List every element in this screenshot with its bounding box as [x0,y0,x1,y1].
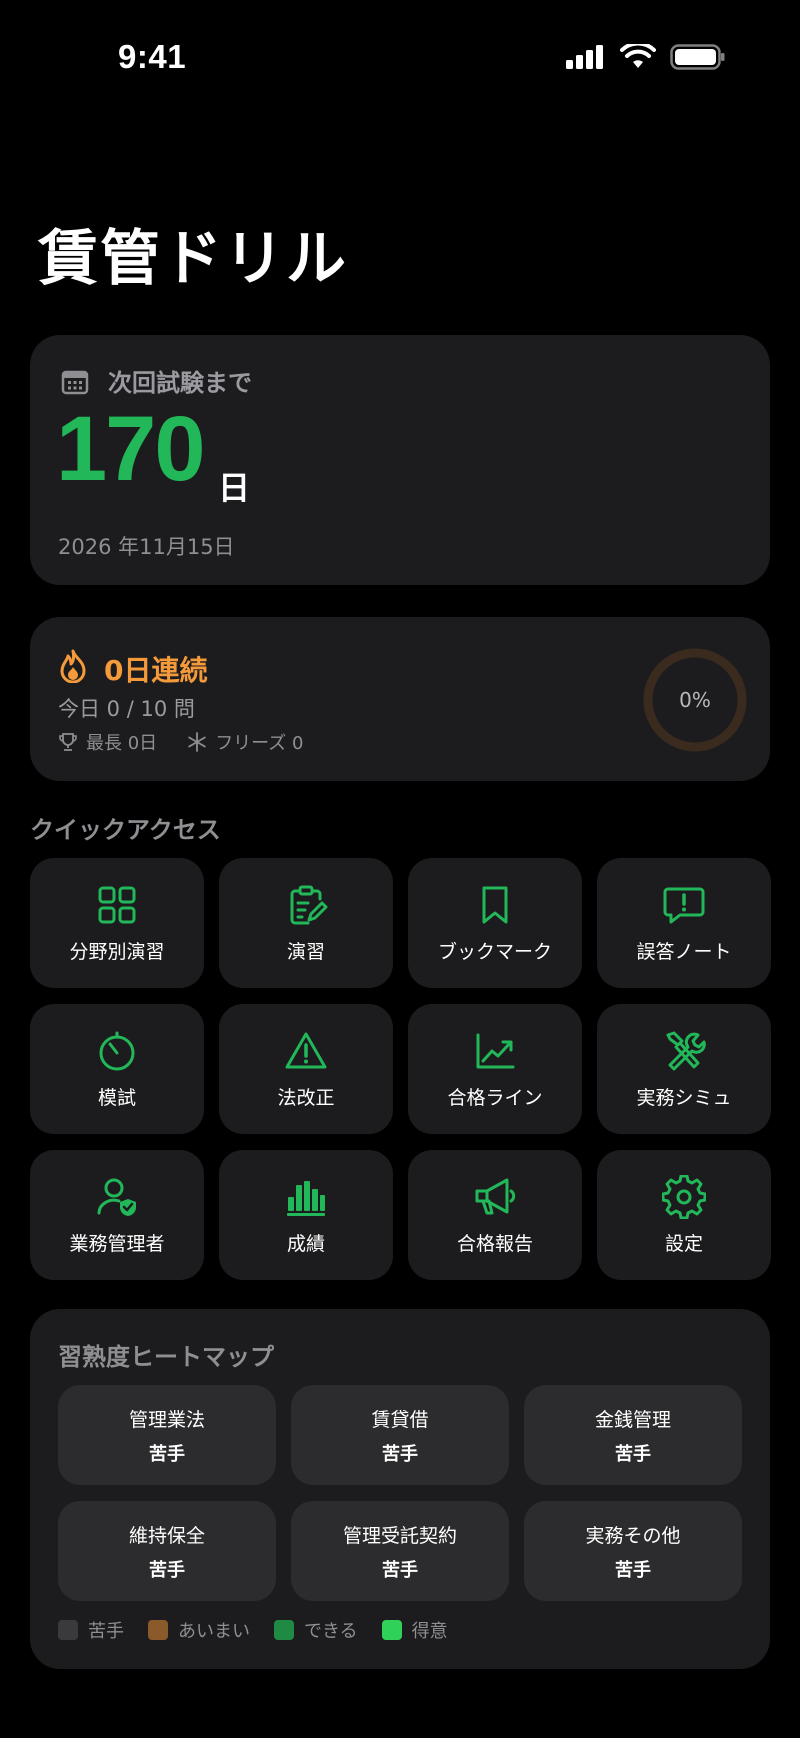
tile-pass-report[interactable]: 合格報告 [408,1150,582,1280]
tile-practical-sim[interactable]: 実務シミュ [597,1004,771,1134]
countdown-days: 170 [56,398,205,500]
bar-chart-icon [287,1180,325,1216]
wifi-icon [620,44,656,68]
streak-title: 0日連続 [104,654,208,687]
tile-bookmark[interactable]: ブックマーク [408,858,582,988]
user-shield-icon [97,1178,136,1216]
countdown-label: 次回試験まで [108,369,252,397]
flame-icon [60,649,86,683]
tile-label: 設定 [664,1232,703,1255]
tile-label: 合格ライン [447,1086,543,1109]
timer-icon [99,1031,135,1070]
exam-date: 2026 年11月15日 [58,535,235,559]
heatmap-cell[interactable]: 管理受託契約 苦手 [291,1501,509,1601]
heatmap-cell[interactable]: 管理業法 苦手 [58,1385,276,1485]
heatmap-cell-level: 苦手 [149,1443,185,1465]
heatmap-cell-name: 管理受託契約 [342,1524,457,1547]
battery-icon [670,44,725,70]
countdown-unit: 日 [218,469,251,507]
warning-icon [285,1032,327,1068]
legend-swatch-strong [381,1620,402,1640]
alert-bubble-icon [663,887,705,923]
legend-swatch-capable [274,1620,294,1640]
tile-mock-exam[interactable]: 模試 [30,1004,204,1134]
heatmap-cell-level: 苦手 [382,1443,418,1465]
tile-results[interactable]: 成績 [219,1150,393,1280]
exam-countdown-card: 次回試験まで 170 日 2026 年11月15日 [30,335,770,585]
tile-label: 合格報告 [456,1232,533,1255]
tile-pass-line[interactable]: 合格ライン [408,1004,582,1134]
page-title: 賃管ドリル [38,224,348,294]
tile-category-practice[interactable]: 分野別演習 [30,858,204,988]
quick-access-title: クイックアクセス [30,816,221,844]
tile-label: 実務シミュ [636,1086,732,1109]
heatmap-cell[interactable]: 実務その他 苦手 [524,1501,742,1601]
heatmap-cell-name: 管理業法 [128,1408,205,1431]
mastery-heatmap-card: 習熟度ヒートマップ 管理業法 苦手 賃貸借 苦手 金銭管理 苦手 維持保全 苦手… [30,1309,770,1669]
trend-chart-icon [476,1033,515,1068]
longest-streak: 最長 0日 [86,733,158,754]
legend-label: できる [304,1621,358,1642]
tile-label: ブックマーク [437,940,552,963]
status-icons [566,44,726,70]
heatmap-cell-level: 苦手 [382,1559,418,1581]
legend-label: 苦手 [88,1621,124,1642]
heatmap-cell-name: 維持保全 [128,1524,205,1547]
snowflake-icon [188,732,206,752]
heatmap-cell-level: 苦手 [149,1559,185,1581]
tile-label: 業務管理者 [69,1232,165,1255]
heatmap-cell-level: 苦手 [615,1559,651,1581]
today-progress: 今日 0 / 10 問 [58,697,195,721]
status-time: 9:41 [118,38,187,75]
heatmap-cell[interactable]: 維持保全 苦手 [58,1501,276,1601]
daily-progress-label: 0% [679,688,711,712]
clipboard-edit-icon [290,885,328,924]
gear-icon [662,1174,706,1219]
megaphone-icon [475,1178,516,1214]
tile-label: 誤答ノート [636,940,732,963]
tile-law-amendment[interactable]: 法改正 [219,1004,393,1134]
tile-practice[interactable]: 演習 [219,858,393,988]
legend-label: 得意 [411,1621,448,1642]
tile-label: 成績 [286,1232,325,1255]
heatmap-cell-name: 金銭管理 [594,1408,671,1431]
heatmap-cell-name: 実務その他 [585,1524,681,1547]
tile-settings[interactable]: 設定 [597,1150,771,1280]
legend-swatch-unsure [148,1620,168,1640]
freeze-count: フリーズ 0 [215,733,304,754]
heatmap-cell-level: 苦手 [615,1443,651,1465]
tile-label: 法改正 [277,1086,335,1109]
bookmark-icon [482,886,508,923]
trophy-icon [59,733,77,751]
signal-icon [566,45,603,69]
heatmap-title: 習熟度ヒートマップ [58,1343,274,1371]
tools-icon [666,1031,706,1070]
tile-business-manager[interactable]: 業務管理者 [30,1150,204,1280]
streak-meta: 最長 0日 フリーズ 0 [58,729,303,755]
tile-label: 模試 [97,1086,136,1109]
tile-label: 演習 [286,940,325,963]
legend-label: あいまい [178,1621,250,1642]
tile-error-notes[interactable]: 誤答ノート [597,858,771,988]
legend-swatch-weak [58,1620,78,1640]
heatmap-cell[interactable]: 賃貸借 苦手 [291,1385,509,1485]
streak-card[interactable]: 0日連続 今日 0 / 10 問 最長 0日 フリーズ 0 0% [30,617,770,781]
calendar-icon [61,370,89,395]
heatmap-legend: 苦手 あいまい できる 得意 [58,1617,448,1643]
tile-label: 分野別演習 [69,940,165,963]
heatmap-cell-name: 賃貸借 [371,1408,429,1431]
heatmap-cell[interactable]: 金銭管理 苦手 [524,1385,742,1485]
grid-icon [98,886,136,923]
